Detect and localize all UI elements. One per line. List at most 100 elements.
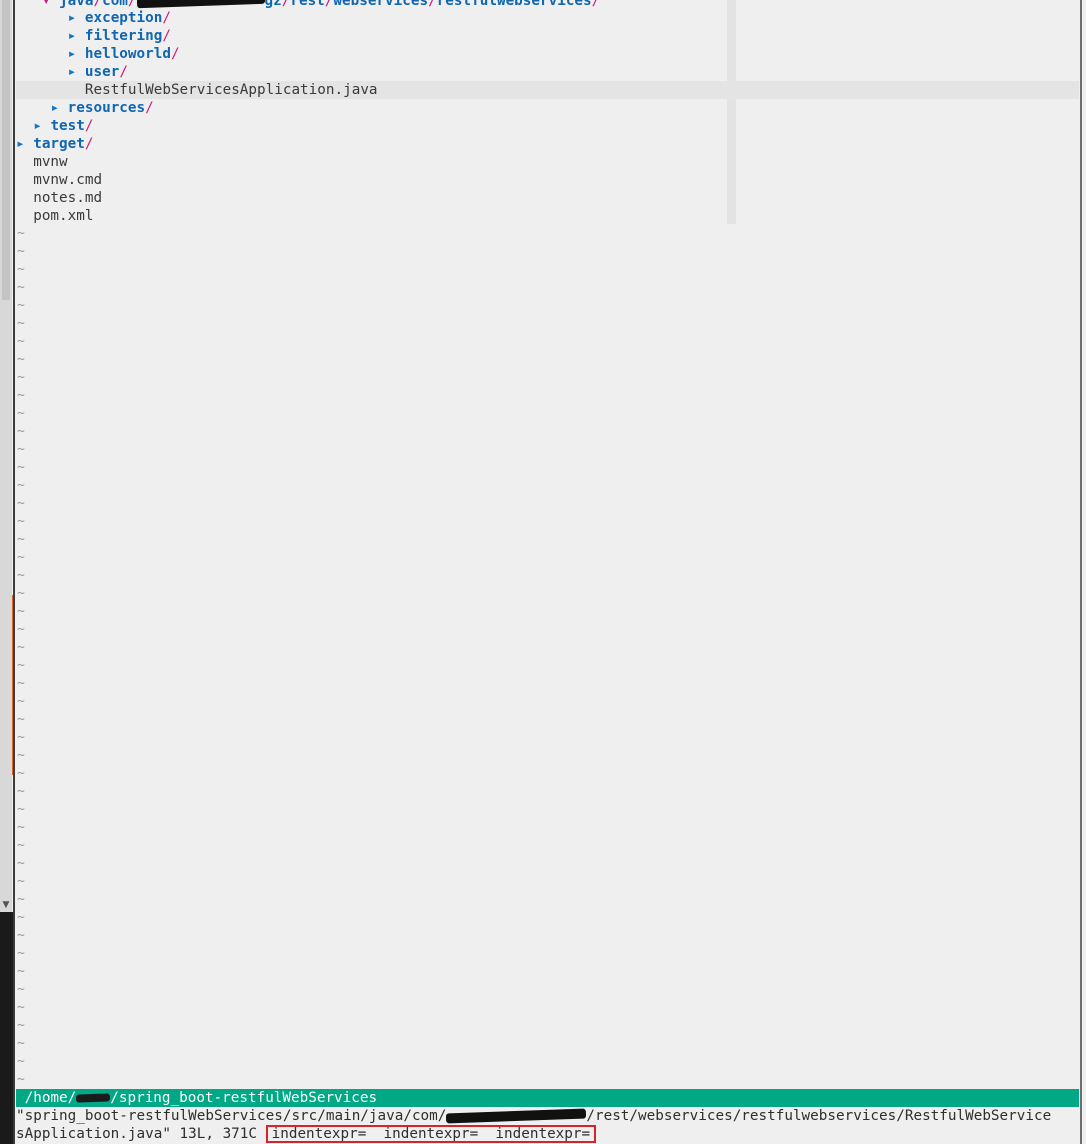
path-slash: / (93, 0, 103, 9)
tree-row-notes[interactable]: notes.md (16, 189, 1079, 207)
tree-row-mvnw-cmd[interactable]: mvnw.cmd (16, 171, 1079, 189)
dir-name-java: java (59, 0, 94, 9)
dir-suffix: / (170, 46, 180, 62)
dir-suffix: / (162, 28, 171, 44)
scrollbar-thumb[interactable] (2, 0, 10, 300)
empty-line-tilde: ~ (17, 1000, 25, 1015)
triangle-right-icon: ▸ (16, 136, 25, 152)
empty-line-tilde: ~ (17, 568, 25, 583)
empty-line-tilde: ~ (17, 874, 25, 889)
file-info-text: sApplication.java" 13L, 371C (16, 1126, 258, 1142)
tree-row-application-file[interactable]: RestfulWebServicesApplication.java (16, 81, 1079, 99)
window-border-right (1080, 0, 1082, 1144)
scroll-down-arrow-icon[interactable]: ▼ (0, 898, 12, 912)
tree-row-pom[interactable]: pom.xml (16, 207, 1079, 225)
dir-name-restfulwebservices: restfulwebservices (436, 0, 592, 9)
redaction-scribble (446, 1108, 587, 1124)
empty-line-tilde: ~ (17, 370, 25, 385)
empty-line-tilde: ~ (17, 658, 25, 673)
window-border-left (13, 0, 15, 1144)
file-name: notes.md (33, 190, 103, 206)
empty-line-tilde: ~ (17, 460, 25, 475)
dir-suffix: / (84, 136, 94, 152)
indentexpr-highlight-box: indentexpr= indentexpr= indentexpr= (265, 1125, 597, 1143)
tree-row-test[interactable]: ▸ test/ (16, 117, 1079, 135)
empty-line-tilde: ~ (17, 388, 25, 403)
empty-line-tilde: ~ (17, 640, 25, 655)
statusline-path-prefix: /home/ (16, 1090, 77, 1106)
message-line-1: "spring_boot-restfulWebServices/src/main… (16, 1107, 1079, 1125)
tree-row-user[interactable]: ▸ user/ (16, 63, 1079, 81)
dir-name: test (50, 118, 85, 134)
indentexpr-output: indentexpr= indentexpr= indentexpr= (271, 1126, 591, 1142)
dir-name-webservices: webservices (333, 0, 429, 9)
empty-line-tilde: ~ (17, 316, 25, 331)
message-path-suffix: /rest/webservices/restfulwebservices/Res… (586, 1108, 1052, 1124)
file-name: RestfulWebServicesApplication.java (84, 82, 378, 98)
empty-line-tilde: ~ (17, 262, 25, 277)
empty-line-tilde: ~ (17, 424, 25, 439)
dir-suffix: / (84, 118, 94, 134)
empty-line-tilde: ~ (17, 982, 25, 997)
empty-line-tilde: ~ (17, 712, 25, 727)
triangle-right-icon: ▸ (33, 118, 42, 134)
statusline-path-suffix: /spring_boot-restfulWebServices (110, 1090, 378, 1106)
empty-line-tilde: ~ (17, 244, 25, 259)
dir-suffix: / (162, 10, 171, 26)
dir-name: resources (67, 100, 146, 116)
tree-row-exception[interactable]: ▸ exception/ (16, 9, 1079, 27)
empty-line-tilde: ~ (17, 856, 25, 871)
empty-line-tilde: ~ (17, 730, 25, 745)
empty-line-tilde: ~ (17, 622, 25, 637)
empty-line-tilde: ~ (17, 946, 25, 961)
empty-line-tilde: ~ (17, 1036, 25, 1051)
triangle-right-icon: ▸ (67, 46, 77, 62)
empty-line-tilde: ~ (17, 298, 25, 313)
empty-line-tilde: ~ (17, 964, 25, 979)
message-line-2: sApplication.java" 13L, 371C indentexpr=… (16, 1125, 1079, 1143)
dir-name-gz: gz (264, 0, 282, 9)
empty-line-tilde: ~ (17, 1054, 25, 1069)
redaction-scribble (76, 1093, 111, 1103)
file-name: mvnw (33, 154, 68, 170)
empty-line-tilde: ~ (17, 478, 25, 493)
file-name: mvnw.cmd (33, 172, 103, 188)
tree-row-helloworld[interactable]: ▸ helloworld/ (16, 45, 1079, 63)
empty-line-tilde: ~ (17, 676, 25, 691)
dir-name-com: com (102, 0, 128, 9)
background-window-edge (0, 912, 13, 1144)
empty-line-tilde: ~ (17, 604, 25, 619)
empty-line-tilde: ~ (17, 226, 25, 241)
empty-line-tilde: ~ (17, 928, 25, 943)
empty-line-tilde: ~ (17, 748, 25, 763)
tree-row-target[interactable]: ▸ target/ (16, 135, 1079, 153)
empty-line-tilde: ~ (17, 1072, 25, 1087)
scrollbar-track[interactable]: ▼ (0, 0, 12, 912)
empty-line-tilde: ~ (17, 532, 25, 547)
empty-line-tilde: ~ (17, 892, 25, 907)
tree-row-filtering[interactable]: ▸ filtering/ (16, 27, 1079, 45)
dir-name-rest: rest (290, 0, 325, 9)
path-slash: / (428, 0, 437, 9)
dir-name: helloworld (84, 46, 171, 62)
tree-row-resources[interactable]: ▸ resources/ (16, 99, 1079, 117)
empty-line-tilde: ~ (17, 550, 25, 565)
empty-line-tilde: ~ (17, 838, 25, 853)
triangle-right-icon: ▸ (67, 10, 77, 26)
tree-row-mvnw[interactable]: mvnw (16, 153, 1079, 171)
triangle-right-icon: ▸ (67, 64, 77, 80)
empty-line-tilde: ~ (17, 820, 25, 835)
redaction-scribble (136, 0, 265, 9)
dir-name: user (84, 64, 120, 80)
empty-line-tilde: ~ (17, 784, 25, 799)
empty-line-tilde: ~ (17, 352, 25, 367)
empty-line-tilde: ~ (17, 1018, 25, 1033)
dir-name: target (33, 136, 85, 152)
path-slash: / (127, 0, 137, 9)
dir-suffix: / (119, 64, 128, 80)
triangle-right-icon: ▸ (50, 100, 60, 116)
empty-line-tilde: ~ (17, 586, 25, 601)
terminal-window: ▼ ▾ java/com/gz/rest/webservices/restful… (0, 0, 1086, 1144)
empty-line-tilde: ~ (17, 442, 25, 457)
dir-name: exception (84, 10, 163, 26)
